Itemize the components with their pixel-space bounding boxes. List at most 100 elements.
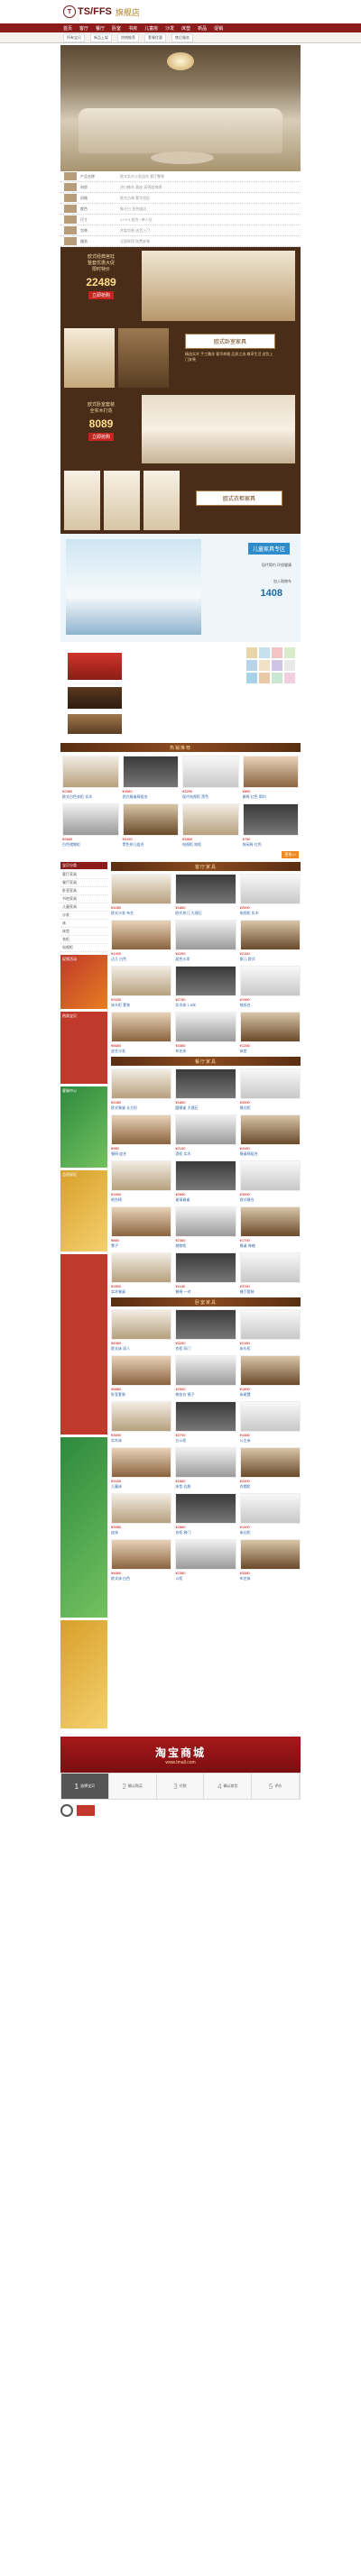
product-item[interactable]: ¥2190 酒柜 实木 xyxy=(175,1114,236,1157)
product-title-link[interactable]: 皮床 xyxy=(111,1530,171,1536)
product-title-link[interactable]: 梳妆台 镜子 xyxy=(175,1392,236,1398)
product-title-link[interactable]: 欧式餐桌 长方形 xyxy=(111,1105,171,1111)
kids-banner[interactable]: 儿童家具专区 现代简约 环保健康 加入购物车 1408 xyxy=(60,534,301,642)
product-image[interactable] xyxy=(62,756,119,788)
sub-nav-item[interactable]: 售后服务 xyxy=(171,32,193,42)
promo-banner-bedroom-label[interactable]: 欧式卧室家具 精选实木 手工雕花 奢华典雅 品质之选 尊享生活 送货上门安装 xyxy=(60,325,301,391)
product-title-link[interactable]: 床边柜 xyxy=(240,1530,301,1536)
product-item[interactable]: ¥2490 衣帽柜 xyxy=(239,1447,301,1490)
product-title-link[interactable]: 黑色茶几组合 xyxy=(123,842,180,848)
product-title-link[interactable]: 欧式床 白色 xyxy=(111,1576,171,1581)
product-image[interactable] xyxy=(239,1252,301,1283)
product-image[interactable] xyxy=(175,1401,236,1432)
promo-banner-living[interactable]: 欧式经典宫廷 整套优惠大促 限时特价 22489 立即抢购 xyxy=(60,247,301,325)
product-title-link[interactable]: 电视柜 实木 xyxy=(240,911,301,916)
sidebar-ad[interactable] xyxy=(60,1620,107,1728)
product-image[interactable] xyxy=(239,1160,301,1191)
product-item[interactable]: ¥2480 欧式餐桌 长方形 xyxy=(111,1068,172,1111)
product-title-link[interactable]: 实木餐桌 xyxy=(111,1289,171,1295)
promo-banner-bed[interactable]: 欧式卧室套装 全实木打造 8089 立即抢购 xyxy=(60,391,301,467)
color-swatch[interactable] xyxy=(246,647,257,658)
product-image[interactable] xyxy=(122,803,179,836)
product-image[interactable] xyxy=(111,1252,172,1283)
product-title-link[interactable]: 凳子 xyxy=(111,1243,171,1249)
product-title-link[interactable]: 欧式餐台 xyxy=(240,1197,301,1203)
product-image[interactable] xyxy=(182,803,239,836)
color-swatch[interactable] xyxy=(272,647,282,658)
product-title-link[interactable]: 电视柜 地柜 xyxy=(182,842,239,848)
product-title-link[interactable]: 布艺床 xyxy=(240,1576,301,1581)
color-swatch[interactable] xyxy=(284,660,295,671)
sidebar-quality[interactable]: 品质保证 xyxy=(60,1170,107,1251)
product-image[interactable] xyxy=(182,756,239,788)
product-item[interactable]: ¥1890 床尾凳 xyxy=(239,1355,301,1398)
sidebar-promo[interactable]: 促销活动 xyxy=(60,955,107,1009)
color-swatch[interactable] xyxy=(284,673,295,683)
product-title-link[interactable]: 欧式床 双人 xyxy=(111,1346,171,1352)
product-item[interactable]: ¥2380 欧式白色衣柜 实木 xyxy=(62,756,119,800)
color-swatch[interactable] xyxy=(246,673,257,683)
product-title-link[interactable]: 布艺床 xyxy=(175,1049,236,1054)
color-swatch[interactable] xyxy=(284,647,295,658)
product-image[interactable] xyxy=(239,966,301,996)
product-title-link[interactable]: 酒柜 实木 xyxy=(175,1151,236,1157)
buy-button[interactable]: 立即抢购 xyxy=(88,291,114,299)
product-image[interactable] xyxy=(62,803,119,836)
product-title-link[interactable]: 床尾凳 xyxy=(240,1392,301,1398)
sidebar-category-item[interactable]: 儿童家具 xyxy=(60,903,107,912)
product-image[interactable] xyxy=(175,1160,236,1191)
product-title-link[interactable]: 白色储物柜 xyxy=(62,842,119,848)
product-item[interactable]: ¥5680 皮艺沙发 xyxy=(111,1012,172,1054)
product-item[interactable]: ¥1280 床垫 xyxy=(239,1012,301,1054)
product-title-link[interactable]: 衣柜 四门 xyxy=(175,1346,236,1352)
product-title-link[interactable]: 餐桌椅组合 xyxy=(240,1151,301,1157)
sidebar-category-item[interactable]: 电视柜 xyxy=(60,944,107,952)
product-image[interactable] xyxy=(175,1447,236,1478)
product-image[interactable] xyxy=(175,1068,236,1099)
color-swatch[interactable] xyxy=(259,673,270,683)
nav-item[interactable]: 卧室 xyxy=(112,25,121,32)
product-title-link[interactable]: 皮艺沙发 xyxy=(111,1049,171,1054)
more-button[interactable]: 更多>> xyxy=(282,851,299,858)
product-title-link[interactable]: 梳妆台 xyxy=(240,1003,301,1008)
product-item[interactable]: ¥4380 公主床 xyxy=(239,1401,301,1444)
product-item[interactable]: ¥2160 角几 欧式 xyxy=(239,920,301,962)
product-image[interactable] xyxy=(239,1068,301,1099)
product-image[interactable] xyxy=(242,803,299,836)
product-image[interactable] xyxy=(111,1401,172,1432)
product-item[interactable]: ¥3590 欧式餐台 xyxy=(239,1160,301,1203)
sidebar-category-item[interactable]: 沙发 xyxy=(60,912,107,920)
product-title-link[interactable]: 床垫 乳胶 xyxy=(175,1484,236,1490)
color-swatch[interactable] xyxy=(272,673,282,683)
product-item[interactable]: ¥4680 欧式床 白色 xyxy=(111,1539,172,1581)
product-image[interactable] xyxy=(239,1401,301,1432)
product-item[interactable]: ¥3690 实木床 xyxy=(111,1401,172,1444)
product-image[interactable] xyxy=(239,1012,301,1042)
nav-item[interactable]: 首页 xyxy=(63,25,72,32)
product-item[interactable]: ¥3980 皮床 xyxy=(111,1493,172,1536)
product-item[interactable]: ¥890 餐椅 红色 简约 xyxy=(242,756,300,800)
product-title-link[interactable]: 现代电视柜 黑色 xyxy=(182,794,239,800)
product-title-link[interactable]: 衣柜 移门 xyxy=(175,1530,236,1536)
nav-item[interactable]: 新品 xyxy=(198,25,207,32)
product-image[interactable] xyxy=(175,1012,236,1042)
product-item[interactable]: ¥3280 欧式沙发 布艺 xyxy=(111,874,172,916)
buy-button[interactable]: 立即抢购 xyxy=(88,433,114,441)
product-item[interactable]: ¥3780 餐厅套装 xyxy=(239,1252,301,1295)
nav-item[interactable]: 儿童房 xyxy=(144,25,158,32)
product-item[interactable]: ¥2680 玻璃餐桌 xyxy=(175,1160,236,1203)
product-image[interactable] xyxy=(239,1114,301,1145)
product-item[interactable]: ¥1590 吧台椅 xyxy=(111,1160,172,1203)
product-title-link[interactable]: 餐椅 红色 简约 xyxy=(243,794,300,800)
product-item[interactable]: ¥2790 五斗柜 xyxy=(175,1401,236,1444)
product-image[interactable] xyxy=(111,966,172,996)
product-image[interactable] xyxy=(175,920,236,950)
product-image[interactable] xyxy=(175,1309,236,1340)
product-image[interactable] xyxy=(111,1447,172,1478)
sofa-banner[interactable] xyxy=(60,642,301,743)
product-item[interactable]: ¥1880 欧式茶几 大理石 xyxy=(175,874,236,916)
add-to-cart-button[interactable]: 加入购物车 xyxy=(273,579,292,584)
product-image[interactable] xyxy=(111,920,172,950)
product-item[interactable]: ¥3180 儿童床 xyxy=(111,1447,172,1490)
product-image[interactable] xyxy=(175,1493,236,1524)
